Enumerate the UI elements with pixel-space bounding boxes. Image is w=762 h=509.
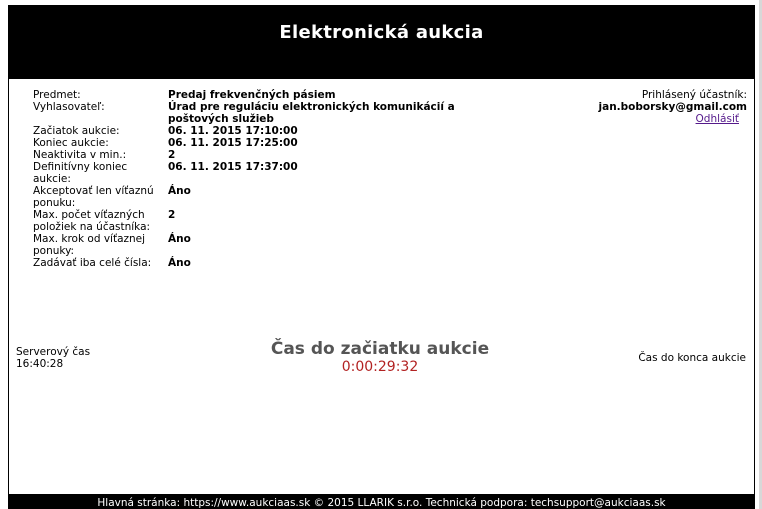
footer-bar: Hlavná stránka: https://www.aukciaas.sk … — [9, 494, 754, 509]
info-label: Vyhlasovateľ: — [33, 101, 105, 113]
info-value: Áno — [168, 257, 191, 269]
info-value: 06. 11. 2015 17:10:00 — [168, 125, 298, 137]
server-time: Serverový čas 16:40:28 — [16, 346, 90, 370]
info-label: Akceptovať len víťaznú ponuku: — [33, 185, 154, 209]
server-time-value: 16:40:28 — [16, 358, 64, 370]
info-row-subject: Predmet: Predaj frekvenčných pásiem — [33, 89, 553, 101]
info-row-integers-only: Zadávať iba celé čísla: Áno — [33, 257, 553, 269]
user-email: jan.boborsky@gmail.com — [598, 101, 747, 113]
info-value: Áno — [168, 233, 191, 245]
info-value: 06. 11. 2015 17:25:00 — [168, 137, 298, 149]
info-value: 06. 11. 2015 17:37:00 — [168, 161, 298, 173]
info-value: 2 — [168, 209, 176, 221]
countdown-title: Čas do začiatku aukcie — [270, 339, 490, 359]
info-label: Predmet: — [33, 89, 81, 101]
info-row-max-items: Max. počet víťazných položiek na účastní… — [33, 209, 553, 233]
info-value: Úrad pre reguláciu elektronických komuni… — [168, 101, 455, 125]
info-row-start: Začiatok aukcie: 06. 11. 2015 17:10:00 — [33, 125, 553, 137]
info-row-definitive-end: Definitívny koniec aukcie: 06. 11. 2015 … — [33, 161, 553, 185]
footer-text: Hlavná stránka: https://www.aukciaas.sk … — [97, 497, 666, 509]
info-label: Definitívny koniec aukcie: — [33, 161, 128, 185]
info-label: Max. krok od víťaznej ponuky: — [33, 233, 146, 257]
server-time-label: Serverový čas — [16, 346, 91, 358]
info-value: Predaj frekvenčných pásiem — [168, 89, 336, 101]
logged-in-user: Prihlásený účastník: jan.boborsky@gmail.… — [599, 89, 747, 125]
info-row-end: Koniec aukcie: 06. 11. 2015 17:25:00 — [33, 137, 553, 149]
page-title: Elektronická aukcia — [279, 22, 484, 43]
countdown: Čas do začiatku aukcie 0:00:29:32 — [180, 339, 580, 375]
user-label: Prihlásený účastník: — [641, 89, 747, 101]
header-bar: Elektronická aukcia — [9, 6, 754, 79]
info-row-accept-winning: Akceptovať len víťaznú ponuku: Áno — [33, 185, 553, 209]
info-value: Áno — [168, 185, 191, 197]
logout-link[interactable]: Odhlásiť — [696, 113, 747, 125]
info-label: Začiatok aukcie: — [33, 125, 120, 137]
info-row-announcer: Vyhlasovateľ: Úrad pre reguláciu elektro… — [33, 101, 553, 125]
info-value: 2 — [168, 149, 176, 161]
auction-info: Predmet: Predaj frekvenčných pásiem Vyhl… — [33, 89, 553, 269]
countdown-timer: 0:00:29:32 — [341, 359, 419, 375]
info-row-max-step: Max. krok od víťaznej ponuky: Áno — [33, 233, 553, 257]
info-label: Zadávať iba celé čísla: — [33, 257, 152, 269]
info-label: Max. počet víťazných položiek na účastní… — [33, 209, 151, 233]
end-time-label: Čas do konca aukcie — [638, 352, 746, 364]
info-label: Koniec aukcie: — [33, 137, 109, 149]
info-label: Neaktivita v min.: — [33, 149, 127, 161]
info-row-inactivity: Neaktivita v min.: 2 — [33, 149, 553, 161]
